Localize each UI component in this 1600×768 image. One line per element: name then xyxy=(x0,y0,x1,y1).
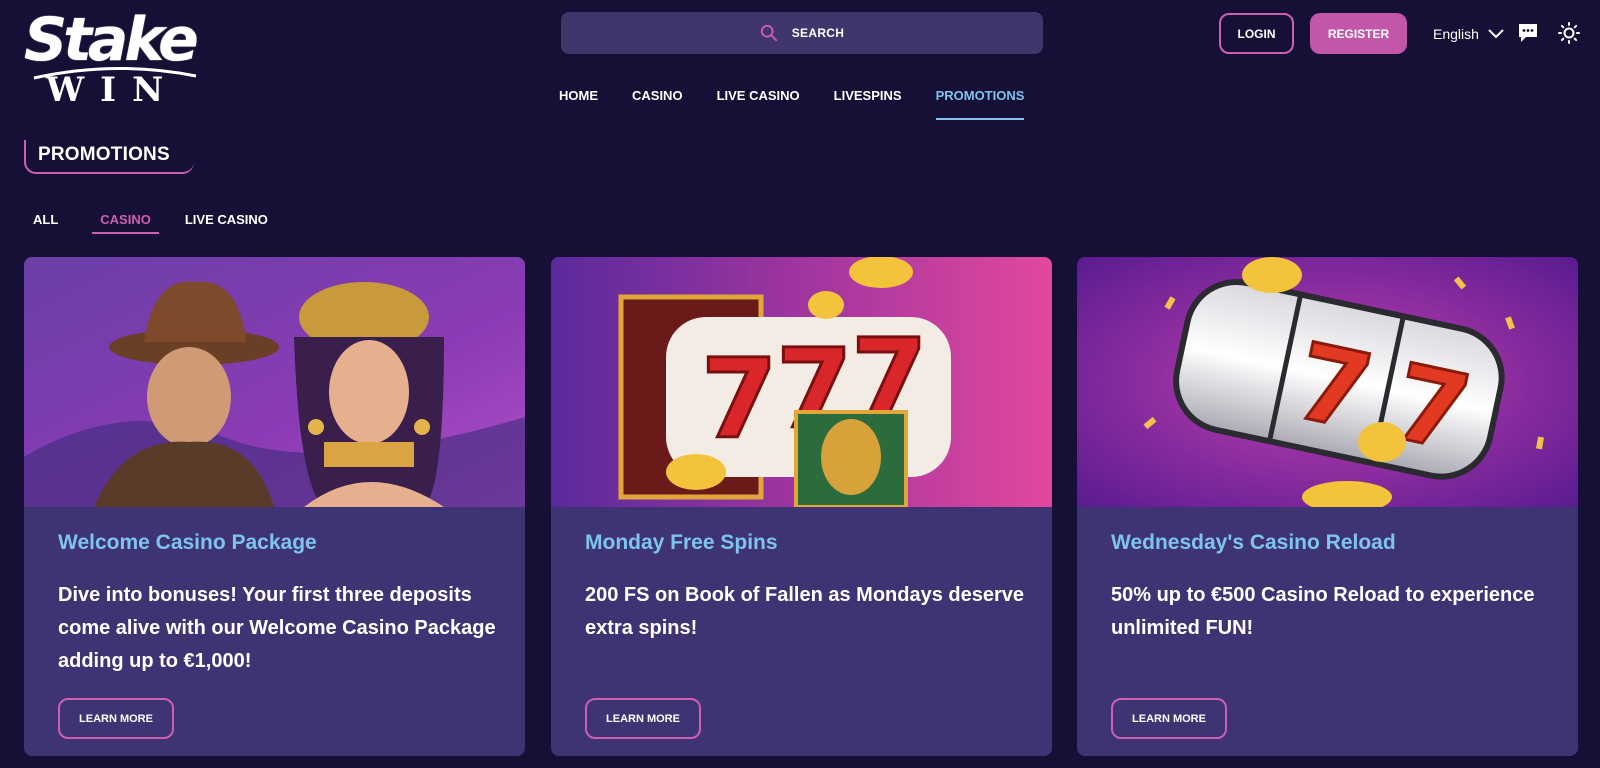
promo-image-slot-reel: 7 7 xyxy=(1077,257,1578,507)
promo-card-welcome[interactable]: Welcome Casino Package Dive into bonuses… xyxy=(24,257,525,756)
promo-title: Welcome Casino Package xyxy=(58,531,317,554)
page: Stake WIN SEARCH LOGIN REGISTER English xyxy=(0,0,1600,768)
nav-livespins[interactable]: LIVESPINS xyxy=(834,86,902,120)
promo-description: 200 FS on Book of Fallen as Mondays dese… xyxy=(585,584,1025,639)
promo-title: Wednesday's Casino Reload xyxy=(1111,531,1396,554)
promo-image-slot-777: 7 7 7 xyxy=(551,257,1052,507)
promo-card-body: Welcome Casino Package Dive into bonuses… xyxy=(58,529,498,678)
page-title: PROMOTIONS xyxy=(38,144,170,165)
search-icon xyxy=(760,24,777,42)
search-label: SEARCH xyxy=(791,26,845,40)
language-label: English xyxy=(1433,26,1479,42)
page-title-frame: PROMOTIONS xyxy=(24,140,194,174)
promo-title: Monday Free Spins xyxy=(585,531,778,554)
nav-promotions[interactable]: PROMOTIONS xyxy=(935,86,1025,120)
search-bar[interactable]: SEARCH xyxy=(561,12,1043,54)
nav-live-casino[interactable]: LIVE CASINO xyxy=(717,86,800,120)
language-selector[interactable]: English xyxy=(1433,24,1505,44)
main-nav: HOME CASINO LIVE CASINO LIVESPINS PROMOT… xyxy=(559,86,1025,120)
svg-text:7: 7 xyxy=(701,335,778,463)
tab-live-casino[interactable]: LIVE CASINO xyxy=(185,210,276,234)
login-button[interactable]: LOGIN xyxy=(1219,13,1294,54)
promo-description: Dive into bonuses! Your first three depo… xyxy=(58,584,496,672)
learn-more-button[interactable]: LEARN MORE xyxy=(1111,698,1227,739)
logo[interactable]: Stake WIN xyxy=(24,8,204,112)
promo-description: 50% up to €500 Casino Reload to experien… xyxy=(1111,584,1535,639)
nav-home[interactable]: HOME xyxy=(559,86,598,120)
logo-wordmark: Stake xyxy=(24,5,199,75)
chat-icon[interactable] xyxy=(1517,22,1539,44)
tab-all[interactable]: ALL xyxy=(33,210,66,234)
promo-card-monday[interactable]: 7 7 7 Monday Free Spins 200 FS on Book o… xyxy=(551,257,1052,756)
nav-casino[interactable]: CASINO xyxy=(632,86,683,120)
chevron-down-icon xyxy=(1488,29,1504,39)
promo-image-explorers xyxy=(24,257,525,507)
tab-casino[interactable]: CASINO xyxy=(92,210,159,234)
register-button[interactable]: REGISTER xyxy=(1310,13,1407,54)
learn-more-button[interactable]: LEARN MORE xyxy=(58,698,174,739)
sun-icon[interactable] xyxy=(1558,22,1580,44)
logo-subtitle: WIN xyxy=(46,70,180,110)
promo-card-wednesday[interactable]: 7 7 Wednesday's Casino Reload 50% up to … xyxy=(1077,257,1578,756)
filter-tabs: ALL CASINO LIVE CASINO xyxy=(33,210,276,234)
learn-more-button[interactable]: LEARN MORE xyxy=(585,698,701,739)
promo-card-body: Monday Free Spins 200 FS on Book of Fall… xyxy=(585,529,1025,645)
promo-card-body: Wednesday's Casino Reload 50% up to €500… xyxy=(1111,529,1551,645)
